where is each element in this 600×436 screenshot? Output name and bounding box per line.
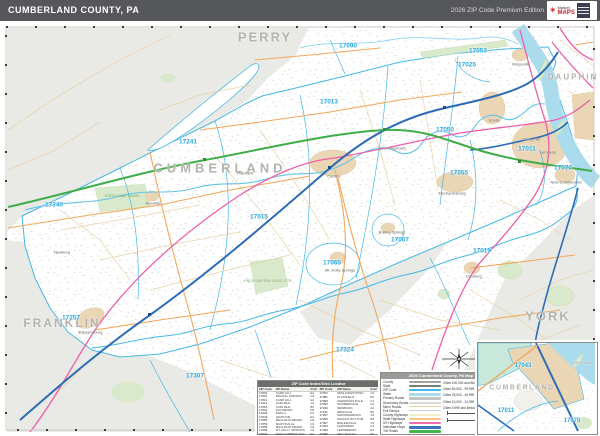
legend-line-swatch: [409, 425, 441, 429]
inset-label-layer: 17043 17011 17070 CUMBERLAND DAUPHIN: [478, 343, 597, 434]
legend-line-swatch: [409, 397, 441, 400]
zip-index-header-row: ZIP Code ZIP Name Grid: [258, 387, 319, 392]
zip-index-left-columns: ZIP Code ZIP Name Grid 17001 CAMP HILL E2 170…: [258, 387, 319, 436]
legend-city-label: Cities 10,000 - 24,999: [443, 399, 475, 404]
logo-brand-bottom: MAPS: [557, 9, 575, 16]
mt-holly-pocket: [305, 242, 361, 286]
legend-line-swatch: [409, 392, 441, 396]
legend-city-label: Cities 50,000 - 99,999: [443, 387, 475, 392]
legend-line-item: Toll Roads: [383, 429, 441, 433]
zip-code-cell: 17365: [319, 432, 328, 436]
marketmaps-logo: ✶ Market MAPS: [547, 1, 597, 20]
inset-zip-code-label: 17043: [514, 363, 532, 369]
legend-line-swatch: [409, 417, 441, 421]
legend-item-label: Toll Roads: [383, 429, 398, 434]
grid-cell: D4: [370, 432, 375, 436]
legend-line-swatch: [409, 413, 441, 416]
zip-name-cell: WELLSVILLE: [337, 432, 356, 436]
inset-county-label: DAUPHIN: [572, 361, 592, 365]
legend-line-swatch: [409, 421, 441, 425]
logo-star-icon: ✶: [549, 5, 557, 15]
legend-line-swatch: [409, 405, 441, 408]
legend-line-swatch: [409, 410, 441, 412]
title-bar: CUMBERLAND COUNTY, PA 2026 ZIP Code Prem…: [0, 0, 600, 21]
legend-line-swatch: [409, 381, 441, 383]
legend-line-swatch: [409, 389, 441, 391]
inset-zip-code-label: 17011: [497, 408, 515, 414]
zip-index-header-row: ZIP Code ZIP Name Grid: [318, 387, 379, 392]
zip-index-right-columns: ZIP Code ZIP Name Grid 17072 NEW KINGSTOWN C…: [318, 387, 380, 436]
inset-zip-code-label: 17070: [563, 418, 581, 424]
inset-county-label: CUMBERLAND: [489, 384, 555, 392]
legend-line-swatch: [409, 384, 441, 388]
legend-line-swatch: [409, 429, 441, 433]
legend-city-label: Cities 9,999 and Below: [443, 405, 476, 410]
legend-city-label: Cities 25,000 - 49,999: [443, 393, 475, 398]
map-document: { "header": { "title": "CUMBERLAND COUNT…: [0, 0, 600, 436]
logo-side-panel: [576, 3, 590, 18]
inset-map: 17043 17011 17070 CUMBERLAND DAUPHIN: [477, 342, 598, 435]
compass-rose-icon: [442, 349, 476, 369]
legend-line-swatch: [409, 401, 441, 404]
edition-label: 2026 ZIP Code Premium Edition: [450, 7, 544, 14]
map-title: CUMBERLAND COUNTY, PA: [8, 5, 140, 15]
zip-index-table: ZIP Code Index/Grid Locator ZIP Code ZIP …: [257, 380, 380, 436]
legend-city-label: Cities 100,000 and Above: [443, 381, 480, 386]
legend-line-items: County State ZIP Code Water Primary Roads Sec…: [383, 380, 441, 433]
zip-index-row: 17365 WELLSVILLE D4: [319, 432, 380, 436]
